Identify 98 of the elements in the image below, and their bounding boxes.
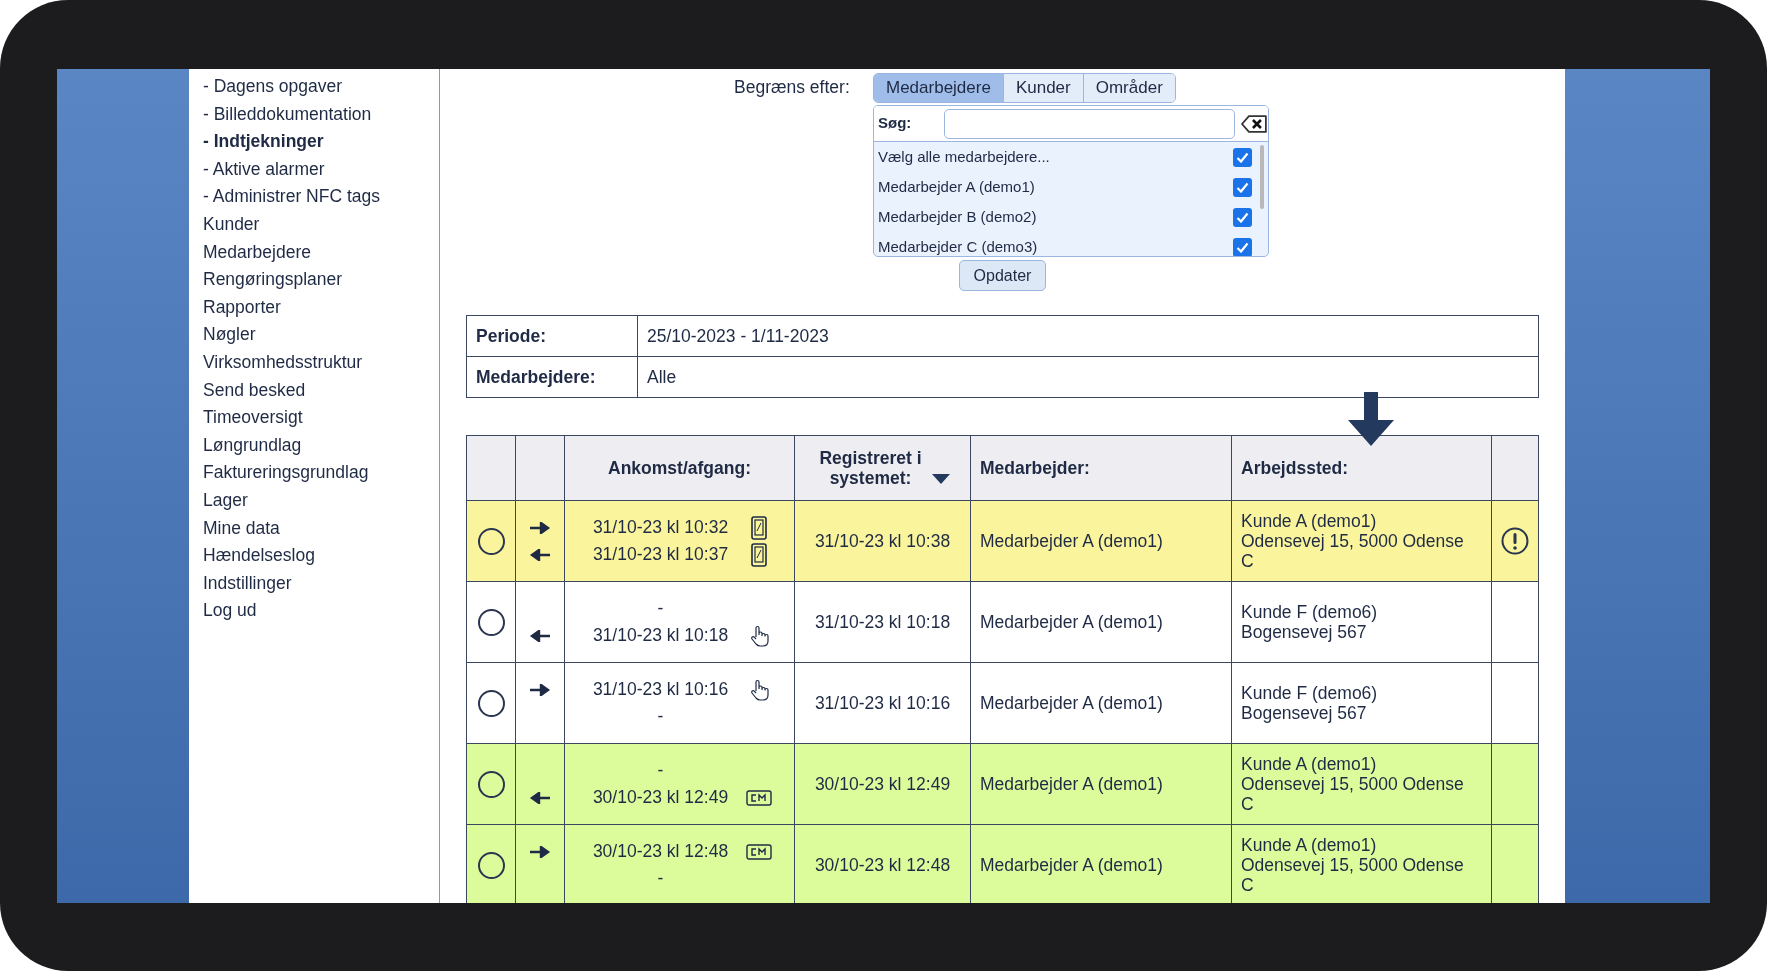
table-cell: 30/10-23 kl 12:49 xyxy=(794,743,971,825)
checkbox[interactable] xyxy=(1233,177,1252,197)
filter-tab[interactable]: Områder xyxy=(1083,73,1175,102)
checkbox[interactable] xyxy=(1233,207,1252,227)
table-cell: Medarbejder A (demo1) xyxy=(970,581,1232,663)
table-cell: Medarbejder A (demo1) xyxy=(970,743,1232,825)
table-row[interactable]: - 30/10-23 kl 12:49 30/10-23 kl 12:49 Medarbejder A (demo1) Kunde A (demo1) Odensevej 15, 5000 Odense C xyxy=(466,743,1539,825)
sidebar-item[interactable]: - Dagens opgaver xyxy=(203,73,439,101)
radio-button[interactable] xyxy=(477,608,505,636)
time-text: 31/10-23 kl 10:18 xyxy=(591,624,730,648)
time-text: 30/10-23 kl 12:49 xyxy=(591,786,730,810)
address-text: Kunde F (demo6) xyxy=(1241,602,1379,622)
column-header: Medarbejder: xyxy=(970,435,1232,501)
time-text: 31/10-23 kl 10:37 xyxy=(591,543,730,567)
filter-tab[interactable]: Medarbejdere xyxy=(874,73,1004,102)
radio-button[interactable] xyxy=(477,689,505,717)
phone-icon xyxy=(750,515,767,540)
address-text: Bogensevej 567 xyxy=(1241,703,1368,723)
time-text: - xyxy=(656,705,665,729)
address-text: Bogensevej 567 xyxy=(1241,622,1368,642)
sidebar-item[interactable]: Kunder xyxy=(203,210,439,239)
left-arrow-icon xyxy=(529,548,551,561)
column-header-text: Registreret i systemet: xyxy=(818,448,923,488)
radio-button[interactable] xyxy=(477,770,505,798)
option-label: Vælg alle medarbejdere... xyxy=(878,146,1050,167)
option-label: Medarbejder A (demo1) xyxy=(878,176,1035,197)
option-label: Medarbejder B (demo2) xyxy=(878,206,1037,227)
sidebar-item[interactable]: Mine data xyxy=(203,514,439,543)
card-reader-icon xyxy=(745,789,772,806)
sidebar-item[interactable]: - Aktive alarmer xyxy=(203,155,439,184)
sidebar-item[interactable]: Rengøringsplaner xyxy=(203,266,439,294)
sidebar-item[interactable]: Lager xyxy=(203,486,439,515)
table-cell: 31/10-23 kl 10:18 xyxy=(794,581,971,663)
address-text: Odensevej 15, 5000 Odense C xyxy=(1241,531,1465,571)
scrollbar[interactable] xyxy=(1260,145,1264,209)
checkbox[interactable] xyxy=(1233,147,1252,167)
address-text: Kunde A (demo1) xyxy=(1241,511,1378,531)
info-label: Medarbejdere: xyxy=(466,356,638,398)
sidebar-item[interactable]: - Administrer NFC tags xyxy=(203,183,439,211)
info-value: 25/10-2023 - 1/11-2023 xyxy=(637,315,1539,357)
sidebar-item[interactable]: Timeoversigt xyxy=(203,404,439,432)
sidebar-item[interactable]: - Billeddokumentation xyxy=(203,100,439,129)
hand-pointer-icon xyxy=(748,624,769,647)
table-row[interactable]: 30/10-23 kl 12:48 - 30/10-23 kl 12:48 Medarbejder A (demo1) Kunde A (demo1) Odensevej 15, 5000 Odense C xyxy=(466,824,1539,903)
sidebar-item[interactable]: Indstillinger xyxy=(203,569,439,598)
left-arrow-icon xyxy=(529,791,551,804)
radio-button[interactable] xyxy=(477,527,505,555)
sidebar-item[interactable]: Rapporter xyxy=(203,293,439,322)
sidebar-item[interactable]: - Indtjekninger xyxy=(203,128,439,156)
table-cell: Medarbejder A (demo1) xyxy=(970,662,1232,744)
time-text: 31/10-23 kl 10:32 xyxy=(591,516,730,540)
filter-tab[interactable]: Kunder xyxy=(1003,73,1084,102)
right-arrow-icon xyxy=(529,521,551,534)
time-text: - xyxy=(656,759,665,783)
time-text: 31/10-23 kl 10:16 xyxy=(591,678,730,702)
sidebar-item[interactable]: Nøgler xyxy=(203,321,439,349)
sidebar-item[interactable]: Hændelseslog xyxy=(203,542,439,570)
address-text: Kunde A (demo1) xyxy=(1241,835,1378,855)
sidebar-item[interactable]: Send besked xyxy=(203,376,439,405)
time-text: 30/10-23 kl 12:48 xyxy=(591,840,730,864)
address-text: Odensevej 15, 5000 Odense C xyxy=(1241,855,1465,895)
search-field[interactable] xyxy=(943,108,1236,139)
info-label: Periode: xyxy=(466,315,638,357)
address-text: Kunde F (demo6) xyxy=(1241,683,1379,703)
radio-button[interactable] xyxy=(477,851,505,879)
card-reader-icon xyxy=(745,843,772,860)
checkbox[interactable] xyxy=(1233,237,1252,256)
phone-icon xyxy=(750,542,767,567)
option-label: Medarbejder C (demo3) xyxy=(878,236,1038,256)
table-row[interactable]: - 31/10-23 kl 10:18 31/10-23 kl 10:18 Medarbejder A (demo1) Kunde F (demo6) Bogensevej 567 xyxy=(466,581,1539,663)
column-header: Arbejdssted: xyxy=(1231,435,1492,501)
down-arrow-icon xyxy=(1346,392,1396,446)
address-text: Kunde A (demo1) xyxy=(1241,754,1378,774)
search-label: Søg: xyxy=(878,113,913,134)
clear-icon[interactable] xyxy=(1240,113,1268,134)
sidebar-item[interactable]: Virksomhedsstruktur xyxy=(203,348,439,377)
sidebar-item[interactable]: Løngrundlag xyxy=(203,431,439,460)
column-header[interactable]: Registreret i systemet: xyxy=(794,435,971,501)
filter-label: Begræns efter: xyxy=(734,76,851,100)
info-value: Alle xyxy=(637,356,1539,398)
table-row[interactable]: 31/10-23 kl 10:32 31/10-23 kl 10:37 31/10-23 kl 10:38 Medarbejder A (demo1) Kunde A (demo1) Odensevej 15, 5000 Odense C xyxy=(466,500,1539,582)
sidebar-item[interactable]: Faktureringsgrundlag xyxy=(203,459,439,487)
sidebar-item[interactable]: Medarbejdere xyxy=(203,238,439,267)
right-arrow-icon xyxy=(529,845,551,858)
address-text: Odensevej 15, 5000 Odense C xyxy=(1241,774,1465,814)
sidebar-item[interactable]: Log ud xyxy=(203,597,439,625)
right-arrow-icon xyxy=(529,683,551,696)
sort-down-icon[interactable] xyxy=(931,474,950,484)
update-button[interactable]: Opdater xyxy=(959,260,1046,291)
table-row[interactable]: 31/10-23 kl 10:16 - 31/10-23 kl 10:16 Medarbejder A (demo1) Kunde F (demo6) Bogensevej 567 xyxy=(466,662,1539,744)
time-text: - xyxy=(656,597,665,621)
hand-pointer-icon xyxy=(748,678,769,701)
left-arrow-icon xyxy=(529,629,551,642)
table-cell: 31/10-23 kl 10:16 xyxy=(794,662,971,744)
time-text: - xyxy=(656,867,665,891)
column-header: Ankomst/afgang: xyxy=(564,435,795,501)
table-cell: Medarbejder A (demo1) xyxy=(970,500,1232,582)
table-cell: 31/10-23 kl 10:38 xyxy=(794,500,971,582)
